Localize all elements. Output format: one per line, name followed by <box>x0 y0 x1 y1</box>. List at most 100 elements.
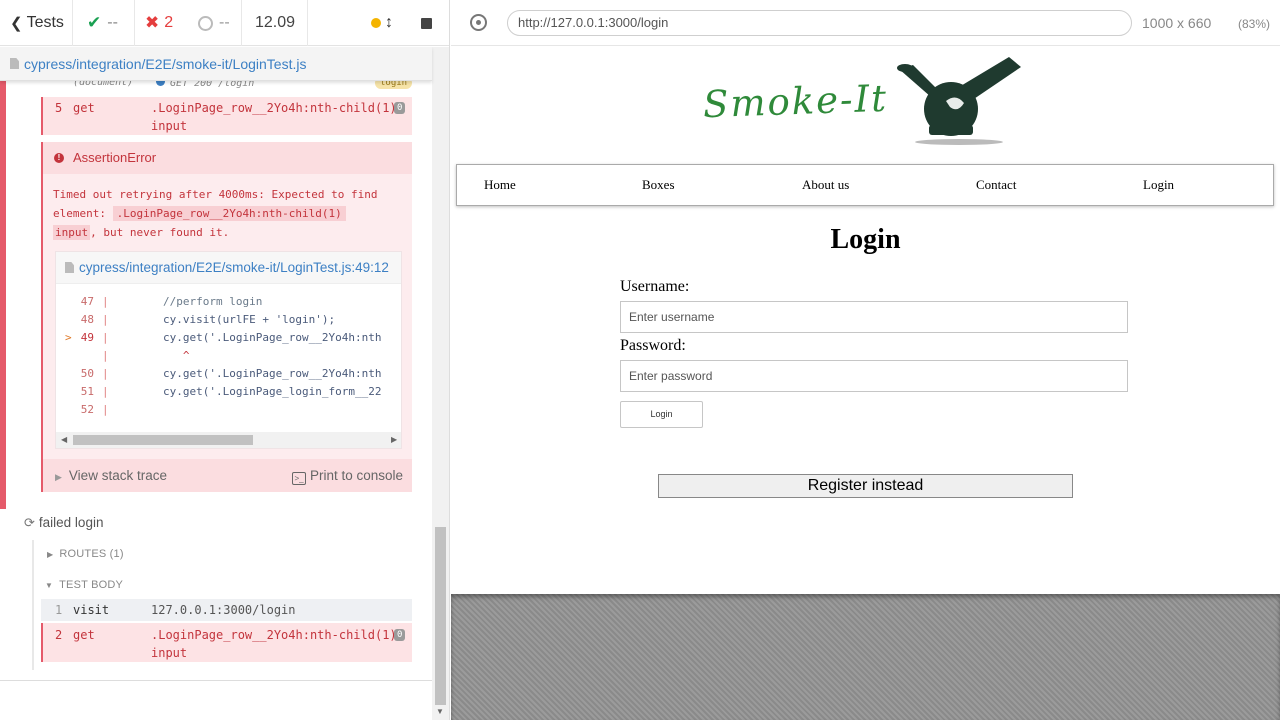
command-selector-cont: input <box>151 119 188 133</box>
login-button[interactable]: Login <box>620 401 703 428</box>
error-message-suffix: , but never found it. <box>90 226 230 239</box>
command-number: 5 <box>55 101 63 115</box>
bong-logo-icon <box>897 57 1021 145</box>
code-horizontal-scrollbar[interactable]: ◀ ▶ <box>56 432 401 448</box>
stop-icon <box>421 17 432 29</box>
main-nav: Home Boxes About us Contact Login <box>456 164 1274 206</box>
error-title: AssertionError <box>73 150 157 165</box>
code-lines: 47 | //perform login 48 | cy.visit(urlFE + … <box>56 293 401 419</box>
reporter-scroll-thumb[interactable] <box>435 527 446 705</box>
code-line-number: 48 <box>80 313 94 326</box>
command-selector: .LoginPage_row__2Yo4h:nth-child(1) <box>151 101 397 115</box>
divider <box>0 680 432 681</box>
triangle-down-icon: ▼ <box>45 581 54 590</box>
file-icon <box>10 58 19 69</box>
duration-value: 12.09 <box>255 14 296 31</box>
username-input[interactable] <box>620 301 1128 333</box>
code-frame: cypress/integration/E2E/smoke-it/LoginTe… <box>55 251 402 449</box>
code-line-text: cy.get('.LoginPage_row__2Yo4h:nth <box>110 367 382 380</box>
code-line: 51 | cy.get('.LoginPage_login_form__22 <box>56 383 401 401</box>
error-icon: ! <box>54 153 64 163</box>
viewport-scale: (83%) <box>1238 17 1271 31</box>
autoscroll-toggle[interactable]: ↕ <box>308 0 403 46</box>
url-field[interactable]: http://127.0.0.1:3000/login <box>507 10 1132 36</box>
failed-count: 2 <box>164 14 174 31</box>
register-button[interactable]: Register instead <box>658 474 1073 498</box>
nav-home[interactable]: Home <box>484 165 516 205</box>
retry-icon: ⟳ <box>24 515 35 530</box>
code-line-number: 51 <box>80 385 94 398</box>
password-label: Password: <box>620 337 686 354</box>
scroll-left-arrow-icon[interactable]: ◀ <box>61 435 67 444</box>
command-row-get-failed[interactable]: 2 get .LoginPage_row__2Yo4h:nth-child(1)… <box>41 623 412 662</box>
triangle-right-icon: ▶ <box>47 550 54 559</box>
duration-stat: 12.09 <box>242 0 308 46</box>
code-line: 52 | <box>56 401 401 419</box>
error-box: ! AssertionError Timed out retrying afte… <box>41 142 412 492</box>
app-preview-panel: http://127.0.0.1:3000/login 1000 x 660 (… <box>451 0 1280 720</box>
page-title: Login <box>830 224 901 255</box>
code-gutter-bar: | <box>102 403 109 416</box>
test-title: failed login <box>38 515 104 530</box>
tests-label: Tests <box>26 14 64 31</box>
spec-path-bar[interactable]: cypress/integration/E2E/smoke-it/LoginTe… <box>0 47 432 81</box>
code-gutter-bar: | <box>102 295 109 308</box>
brand-logo-text: Smoke-It <box>702 76 889 127</box>
code-gutter-bar: | <box>102 313 109 326</box>
passed-count: -- <box>107 14 118 31</box>
error-code-input: input <box>53 225 91 240</box>
code-line: 48 | cy.visit(urlFE + 'login'); <box>56 311 401 329</box>
pending-stat: -- <box>185 0 242 46</box>
url-toolbar: http://127.0.0.1:3000/login 1000 x 660 (… <box>451 0 1280 46</box>
code-gutter-bar: | <box>102 349 109 362</box>
code-gutter-bar: | <box>102 367 109 380</box>
scroll-down-arrow-icon[interactable]: ▼ <box>436 707 444 716</box>
error-message-prefix: element: <box>53 207 106 220</box>
command-arg: 127.0.0.1:3000/login <box>151 603 296 617</box>
code-line-text: ^ <box>110 349 190 362</box>
tests-back-button[interactable]: ❮ Tests <box>0 0 73 46</box>
code-line-text: //perform login <box>110 295 263 308</box>
print-to-console-label: Print to console <box>310 468 404 483</box>
code-gutter-bar: | <box>102 385 109 398</box>
code-line-text: cy.get('.LoginPage_login_form__22 <box>110 385 382 398</box>
element-count-badge: 0 <box>394 629 406 641</box>
command-name: visit <box>73 603 110 617</box>
selector-playground-icon[interactable] <box>470 14 487 31</box>
code-line-number: 50 <box>80 367 94 380</box>
nav-login[interactable]: Login <box>1143 165 1174 205</box>
command-row-visit[interactable]: 1 visit 127.0.0.1:3000/login <box>41 599 412 621</box>
view-stack-trace-label: View stack trace <box>68 468 167 483</box>
error-message: Timed out retrying after 4000ms: Expecte… <box>53 185 403 242</box>
command-row-get-failed[interactable]: 5 get .LoginPage_row__2Yo4h:nth-child(1)… <box>41 97 412 135</box>
code-line-number: 47 <box>80 295 94 308</box>
code-line-text: cy.visit(urlFE + 'login'); <box>110 313 336 326</box>
nav-contact[interactable]: Contact <box>976 165 1016 205</box>
test-body-toggle[interactable]: ▼ TEST BODY <box>45 579 123 591</box>
nav-boxes[interactable]: Boxes <box>642 165 675 205</box>
terminal-icon: >_ <box>292 472 306 485</box>
code-line: | ^ <box>56 347 401 365</box>
command-number: 1 <box>55 603 63 617</box>
code-scroll-thumb[interactable] <box>73 435 253 445</box>
nav-about-us[interactable]: About us <box>802 165 849 205</box>
code-line: >49 | cy.get('.LoginPage_row__2Yo4h:nth <box>56 329 401 347</box>
scroll-right-arrow-icon[interactable]: ▶ <box>391 435 397 444</box>
failed-stat: ✖ 2 <box>135 0 185 46</box>
test-failed-login[interactable]: ⟳ failed login <box>24 515 103 531</box>
command-selector: .LoginPage_row__2Yo4h:nth-child(1) <box>151 628 397 642</box>
view-stack-trace-toggle[interactable]: ▶ View stack trace <box>55 468 167 483</box>
reporter-header: ❮ Tests ✔ -- ✖ 2 -- 12.09 ↕ <box>0 0 449 46</box>
stop-button[interactable] <box>403 0 449 46</box>
code-frame-path[interactable]: cypress/integration/E2E/smoke-it/LoginTe… <box>79 260 389 275</box>
command-number: 2 <box>55 628 63 642</box>
spec-path-link[interactable]: cypress/integration/E2E/smoke-it/LoginTe… <box>24 56 306 72</box>
routes-toggle[interactable]: ▶ ROUTES (1) <box>47 548 124 560</box>
preview-background <box>451 594 1280 720</box>
reporter-scrollbar[interactable]: ▼ <box>432 47 449 720</box>
code-frame-header[interactable]: cypress/integration/E2E/smoke-it/LoginTe… <box>56 252 401 284</box>
print-to-console-button[interactable]: >_ Print to console <box>292 468 403 485</box>
code-gutter-bar: | <box>102 331 109 344</box>
code-line: 50 | cy.get('.LoginPage_row__2Yo4h:nth <box>56 365 401 383</box>
password-input[interactable] <box>620 360 1128 392</box>
